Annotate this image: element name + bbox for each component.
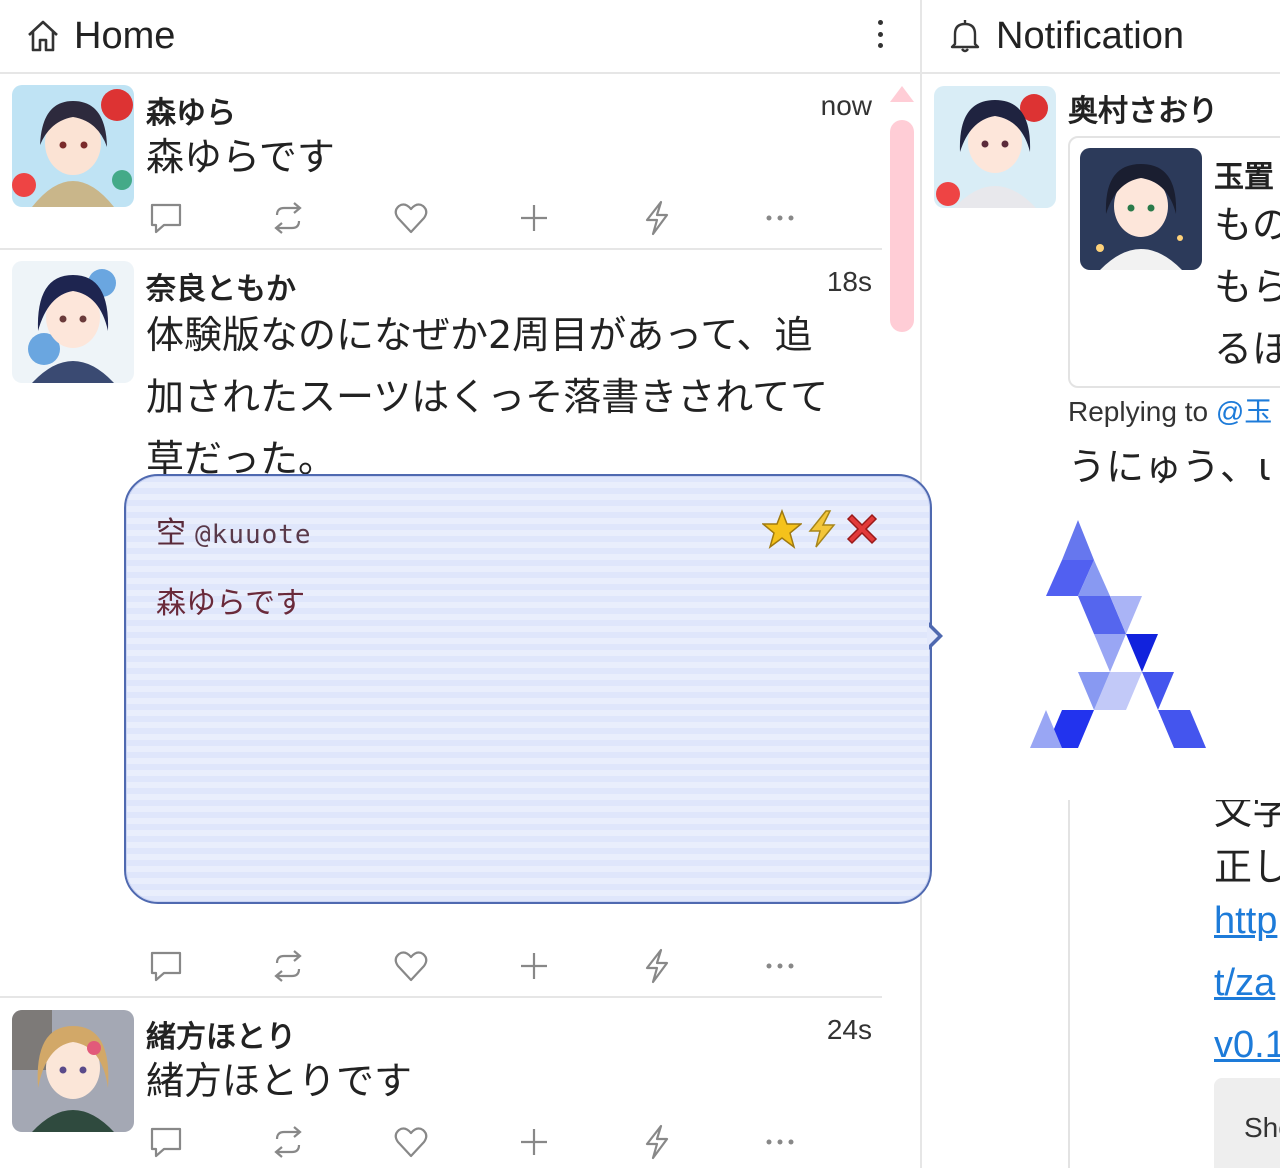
nested-text-line: 正し (1214, 845, 1280, 889)
add-reaction-icon[interactable] (514, 198, 554, 238)
star-icon[interactable] (762, 508, 802, 550)
avatar[interactable] (1080, 148, 1202, 270)
scroll-up-arrow[interactable] (890, 86, 914, 102)
note-time[interactable]: 24s (827, 1014, 872, 1046)
popup-handle: @kuuote (195, 520, 312, 550)
popup-text: 森ゆらです (156, 586, 306, 621)
reply-icon[interactable] (146, 946, 186, 986)
boost-icon[interactable] (637, 1122, 677, 1162)
more-icon[interactable] (760, 198, 800, 238)
like-icon[interactable] (391, 946, 431, 986)
quoted-text-line: もの (1214, 203, 1280, 247)
avatar[interactable] (934, 86, 1056, 208)
avatar[interactable] (12, 85, 134, 207)
reply-icon[interactable] (146, 198, 186, 238)
note-actions (146, 946, 806, 986)
add-reaction-icon[interactable] (514, 946, 554, 986)
close-icon[interactable] (842, 508, 882, 550)
nested-note[interactable]: 文字 正し http t/za v0.1 Sho (1068, 750, 1280, 1168)
note-item[interactable]: 森ゆら now 森ゆらです (0, 74, 882, 250)
replying-to: Replying to @玉 (1068, 390, 1272, 430)
scrollbar-thumb[interactable] (890, 120, 914, 332)
lightning-icon[interactable] (802, 508, 842, 550)
like-icon[interactable] (391, 1122, 431, 1162)
more-vertical-icon[interactable] (868, 16, 892, 52)
note-text: 森ゆらです (146, 135, 335, 179)
note-time[interactable]: now (821, 90, 872, 122)
notification-author[interactable]: 奥村さおり (1068, 86, 1218, 130)
note-actions (146, 198, 806, 238)
quoted-author[interactable]: 玉置 (1214, 152, 1274, 196)
note-text: 緒方ほとりです (146, 1059, 413, 1103)
popup-tail-fill (927, 625, 938, 647)
notification-header: Notification (922, 0, 1280, 74)
bell-icon (946, 17, 984, 55)
popup-icons (762, 508, 882, 550)
renote-icon[interactable] (268, 1122, 308, 1162)
boost-icon[interactable] (637, 198, 677, 238)
reply-icon[interactable] (146, 1122, 186, 1162)
show-more-button[interactable]: Sho (1214, 1078, 1280, 1168)
add-reaction-icon[interactable] (514, 1122, 554, 1162)
quoted-note[interactable]: 玉置 もの もら るほ (1068, 136, 1280, 388)
home-icon (24, 17, 62, 55)
speech-bubble-popup[interactable]: 空 @kuuote 森ゆらです (124, 474, 932, 904)
nested-link[interactable]: v0.1 (1214, 1024, 1280, 1067)
popup-display-name: 空 (156, 516, 187, 551)
avatar[interactable] (12, 261, 134, 383)
popup-user: 空 @kuuote (156, 508, 312, 552)
avatar[interactable] (12, 1010, 134, 1132)
like-icon[interactable] (391, 198, 431, 238)
renote-icon[interactable] (268, 946, 308, 986)
nested-link[interactable]: t/za (1214, 962, 1275, 1005)
app-logo (1030, 520, 1212, 752)
note-time[interactable]: 18s (827, 266, 872, 298)
renote-icon[interactable] (268, 198, 308, 238)
boost-icon[interactable] (637, 946, 677, 986)
more-icon[interactable] (760, 946, 800, 986)
notification-text: うにゅう、ι (1068, 445, 1271, 489)
column-title: Home (74, 14, 176, 57)
nested-link[interactable]: http (1214, 900, 1277, 943)
note-actions (146, 1122, 806, 1162)
home-header: Home (0, 0, 920, 74)
column-title: Notification (996, 14, 1184, 57)
note-text: 体験版なのになぜか2周目があって、追加されたスーツはくっそ落書きされてて草だった… (146, 313, 829, 481)
note-author[interactable]: 奈良ともか (146, 264, 296, 308)
replying-handle-link[interactable]: @玉 (1216, 396, 1272, 427)
quoted-text-line: るほ (1214, 327, 1280, 371)
replying-label: Replying to (1068, 396, 1209, 427)
quoted-text-line: もら (1214, 265, 1280, 309)
note-item[interactable]: 緒方ほとり 24s 緒方ほとりです (0, 998, 882, 1168)
more-icon[interactable] (760, 1122, 800, 1162)
